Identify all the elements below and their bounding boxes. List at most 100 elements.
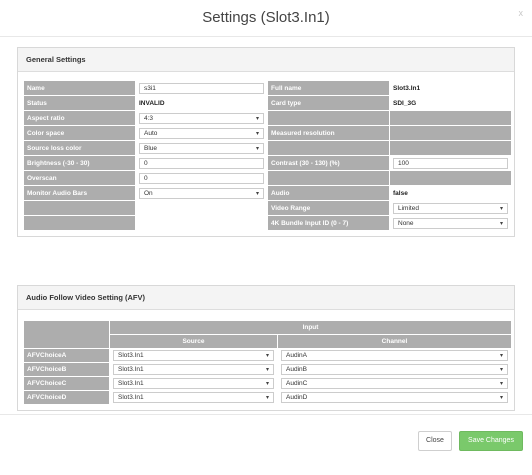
- chevron-down-icon: ▾: [265, 353, 269, 359]
- video-range-cell: Limited ▾: [389, 200, 512, 216]
- monitor-audio-bars-selected-value: On: [144, 189, 153, 197]
- video-range-select[interactable]: Limited ▾: [393, 202, 508, 214]
- general-settings-heading: General Settings: [18, 48, 514, 72]
- settings-row: Brightness (-30 - 30) 0 Contrast (30 - 130…: [23, 155, 512, 171]
- settings-row: Status INVALID Card type SDI_3G: [23, 95, 512, 111]
- chevron-down-icon: ▾: [500, 395, 504, 401]
- afv-corner-cell: [23, 320, 110, 349]
- contrast-30-130-input[interactable]: 100: [393, 157, 508, 169]
- audio-label: Audio: [267, 185, 390, 201]
- afvchoiced-source-select[interactable]: Slot3.In1 ▾: [113, 392, 274, 403]
- brightness-30-30-cell: 0: [135, 155, 268, 171]
- empty-value-cell: [389, 140, 512, 156]
- settings-row: Source loss color Blue ▾: [23, 140, 512, 156]
- aspect-ratio-selected-value: 4:3: [144, 114, 154, 122]
- afv-input-header: Input: [108, 320, 513, 335]
- name-cell: s3i1: [135, 80, 268, 96]
- general-settings-body: Name s3i1 Full name Slot3.In1 Status INVALID C…: [18, 72, 514, 236]
- chevron-down-icon: ▾: [255, 130, 259, 137]
- afvchoicea-source-select[interactable]: Slot3.In1 ▾: [113, 350, 274, 361]
- overscan-label: Overscan: [23, 170, 136, 186]
- afvchoiceb-channel-select[interactable]: AudinB ▾: [281, 364, 509, 375]
- chevron-down-icon: ▾: [255, 115, 259, 122]
- empty-value-cell: [135, 215, 268, 231]
- settings-row: Name s3i1 Full name Slot3.In1: [23, 80, 512, 96]
- chevron-down-icon: ▾: [255, 145, 259, 152]
- contrast-30-130-label: Contrast (30 - 130) (%): [267, 155, 390, 171]
- contrast-30-130-cell: 100: [389, 155, 512, 171]
- afv-channel-cell: AudinA ▾: [276, 348, 513, 363]
- name-input[interactable]: s3i1: [139, 82, 264, 94]
- aspect-ratio-cell: 4:3 ▾: [135, 110, 268, 126]
- empty-value-cell: [389, 170, 512, 186]
- afvchoicec-channel-selected-value: AudinC: [286, 380, 308, 387]
- afvchoicec-source-select[interactable]: Slot3.In1 ▾: [113, 378, 274, 389]
- afv-row: AFVChoiceA Slot3.In1 ▾ AudinA ▾: [23, 348, 513, 363]
- save-changes-button[interactable]: Save Changes: [459, 431, 523, 451]
- afv-source-cell: Slot3.In1 ▾: [109, 348, 278, 363]
- video-range-label: Video Range: [267, 200, 390, 216]
- afv-channel-cell: AudinC ▾: [276, 376, 513, 391]
- name-label: Name: [23, 80, 136, 96]
- chevron-down-icon: ▾: [265, 381, 269, 387]
- chevron-down-icon: ▾: [499, 220, 503, 227]
- monitor-audio-bars-select[interactable]: On ▾: [139, 187, 264, 199]
- source-loss-color-select[interactable]: Blue ▾: [139, 142, 264, 154]
- afv-panel: Audio Follow Video Setting (AFV) Input S…: [17, 285, 515, 411]
- empty-label-cell: [23, 200, 136, 216]
- afv-row: AFVChoiceD Slot3.In1 ▾ AudinD ▾: [23, 390, 513, 405]
- afvchoicea-label: AFVChoiceA: [23, 348, 110, 363]
- source-loss-color-label: Source loss color: [23, 140, 136, 156]
- chevron-down-icon: ▾: [500, 353, 504, 359]
- afvchoicea-source-selected-value: Slot3.In1: [118, 352, 144, 359]
- afv-source-cell: Slot3.In1 ▾: [109, 362, 278, 377]
- aspect-ratio-label: Aspect ratio: [23, 110, 136, 126]
- afvchoiced-channel-select[interactable]: AudinD ▾: [281, 392, 509, 403]
- chevron-down-icon: ▾: [255, 190, 259, 197]
- afv-channel-cell: AudinB ▾: [276, 362, 513, 377]
- afvchoiced-source-selected-value: Slot3.In1: [118, 394, 144, 401]
- status-cell: INVALID: [135, 95, 268, 111]
- settings-row: Aspect ratio 4:3 ▾: [23, 110, 512, 126]
- afv-row: AFVChoiceC Slot3.In1 ▾ AudinC ▾: [23, 376, 513, 391]
- 4k-bundle-input-id-0-7-label: 4K Bundle Input ID (0 - 7): [267, 215, 390, 231]
- measured-resolution-cell: [389, 125, 512, 141]
- color-space-select[interactable]: Auto ▾: [139, 127, 264, 139]
- status-value: INVALID: [139, 99, 165, 107]
- status-label: Status: [23, 95, 136, 111]
- afvchoiced-label: AFVChoiceD: [23, 390, 110, 405]
- settings-row: Monitor Audio Bars On ▾ Audio false: [23, 185, 512, 201]
- brightness-30-30-input[interactable]: 0: [139, 157, 264, 169]
- afv-row: AFVChoiceB Slot3.In1 ▾ AudinB ▾: [23, 362, 513, 377]
- afv-source-cell: Slot3.In1 ▾: [109, 376, 278, 391]
- source-loss-color-cell: Blue ▾: [135, 140, 268, 156]
- general-settings-panel: General Settings Name s3i1 Full name Slot3.…: [17, 47, 515, 237]
- 4k-bundle-input-id-0-7-cell: None ▾: [389, 215, 512, 231]
- settings-row: Color space Auto ▾ Measured resolution: [23, 125, 512, 141]
- overscan-cell: 0: [135, 170, 268, 186]
- afvchoiced-channel-selected-value: AudinD: [286, 394, 308, 401]
- full-name-value: Slot3.In1: [393, 84, 421, 92]
- close-icon[interactable]: x: [519, 8, 524, 18]
- card-type-label: Card type: [267, 95, 390, 111]
- chevron-down-icon: ▾: [265, 367, 269, 373]
- afvchoiceb-source-select[interactable]: Slot3.In1 ▾: [113, 364, 274, 375]
- monitor-audio-bars-cell: On ▾: [135, 185, 268, 201]
- video-range-selected-value: Limited: [398, 204, 419, 212]
- afvchoicec-label: AFVChoiceC: [23, 376, 110, 391]
- empty-label-cell: [267, 140, 390, 156]
- afvchoicea-channel-select[interactable]: AudinA ▾: [281, 350, 509, 361]
- card-type-value: SDI_3G: [393, 99, 417, 107]
- empty-value-cell: [389, 110, 512, 126]
- modal-title: Settings (Slot3.In1): [202, 9, 330, 26]
- measured-resolution-label: Measured resolution: [267, 125, 390, 141]
- 4k-bundle-input-id-0-7-select[interactable]: None ▾: [393, 217, 508, 229]
- settings-row: 4K Bundle Input ID (0 - 7) None ▾: [23, 215, 512, 231]
- afv-source-header: Source: [109, 334, 278, 349]
- aspect-ratio-select[interactable]: 4:3 ▾: [139, 112, 264, 124]
- color-space-cell: Auto ▾: [135, 125, 268, 141]
- close-button[interactable]: Close: [418, 431, 452, 451]
- 4k-bundle-input-id-0-7-selected-value: None: [398, 219, 414, 227]
- afvchoicec-channel-select[interactable]: AudinC ▾: [281, 378, 509, 389]
- overscan-input[interactable]: 0: [139, 172, 264, 184]
